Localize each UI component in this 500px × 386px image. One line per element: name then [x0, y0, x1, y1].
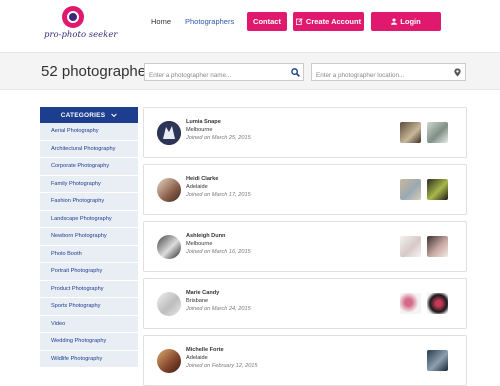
- login-label: Login: [400, 17, 421, 26]
- name-search-box: [144, 63, 304, 84]
- photographer-name-input[interactable]: [145, 67, 303, 84]
- photographer-avatar[interactable]: [157, 349, 181, 373]
- category-item[interactable]: Product Photography: [40, 280, 138, 298]
- category-item[interactable]: Fashion Photography: [40, 193, 138, 211]
- create-account-label: Create Account: [305, 17, 362, 26]
- photographer-name[interactable]: Michelle Forte: [186, 347, 224, 353]
- portfolio-thumbnail[interactable]: [427, 236, 448, 257]
- nav-home-link[interactable]: Home: [151, 17, 171, 26]
- search-band: 52 photographers: [0, 52, 500, 90]
- site-logo[interactable]: pro-photo seeker: [44, 6, 117, 46]
- photographer-city: Adelaide: [186, 184, 208, 190]
- category-item[interactable]: Aerial Photography: [40, 123, 138, 141]
- photographer-location-input[interactable]: [312, 67, 465, 84]
- search-icon[interactable]: [291, 68, 300, 77]
- camera-lens-icon: [62, 6, 84, 28]
- create-account-button[interactable]: Create Account: [293, 12, 364, 31]
- photographer-card[interactable]: Michelle Forte Adelaide Joined on Februa…: [143, 335, 467, 386]
- portfolio-thumbnail[interactable]: [427, 350, 448, 371]
- avatar-image: [157, 121, 181, 145]
- portfolio-thumbnails: [400, 293, 448, 314]
- login-button[interactable]: Login: [371, 12, 441, 31]
- edit-icon: [295, 18, 303, 25]
- portfolio-thumbnails: [427, 350, 448, 371]
- category-item[interactable]: Family Photography: [40, 175, 138, 193]
- portfolio-thumbnails: [400, 122, 448, 143]
- photographer-card[interactable]: Marie Candy Brisbane Joined on March 24,…: [143, 278, 467, 329]
- logo-text: pro-photo seeker: [44, 30, 118, 40]
- portfolio-thumbnails: [400, 179, 448, 200]
- photographer-avatar[interactable]: [157, 292, 181, 316]
- categories-sidebar: CATEGORIES Aerial Photography Architectu…: [40, 107, 138, 368]
- contact-label: Contact: [253, 17, 281, 26]
- category-item[interactable]: Wildlife Photography: [40, 350, 138, 368]
- location-search-box: [311, 63, 466, 84]
- portfolio-thumbnail[interactable]: [427, 293, 448, 314]
- map-marker-icon[interactable]: [453, 68, 462, 77]
- site-header: pro-photo seeker Home Photographers Cont…: [0, 0, 500, 50]
- portfolio-thumbnail[interactable]: [400, 236, 421, 257]
- categories-title: CATEGORIES: [60, 111, 106, 119]
- photographer-count: 52 photographers: [41, 63, 159, 80]
- photographer-name[interactable]: Lumia Snape: [186, 119, 221, 125]
- photographer-avatar[interactable]: [157, 178, 181, 202]
- category-item[interactable]: Video: [40, 315, 138, 333]
- photographer-joined-date: Joined on March 24, 2015: [186, 306, 251, 312]
- category-item[interactable]: Photo Booth: [40, 245, 138, 263]
- photographer-city: Melbourne: [186, 241, 213, 247]
- portfolio-thumbnail[interactable]: [427, 179, 448, 200]
- category-item[interactable]: Newborn Photography: [40, 228, 138, 246]
- category-item[interactable]: Wedding Photography: [40, 333, 138, 351]
- photographer-avatar[interactable]: [157, 121, 181, 145]
- contact-button[interactable]: Contact: [247, 12, 287, 31]
- photographer-card[interactable]: Ashleigh Dunn Melbourne Joined on March …: [143, 221, 467, 272]
- portfolio-thumbnail[interactable]: [400, 122, 421, 143]
- photographer-joined-date: Joined on March 17, 2015: [186, 192, 251, 198]
- category-item[interactable]: Landscape Photography: [40, 210, 138, 228]
- portfolio-thumbnails: [400, 236, 448, 257]
- photographer-name[interactable]: Marie Candy: [186, 290, 219, 296]
- photographer-city: Brisbane: [186, 298, 209, 304]
- category-item[interactable]: Architectural Photography: [40, 140, 138, 158]
- photographer-joined-date: Joined on March 16, 2015: [186, 249, 251, 255]
- portfolio-thumbnail[interactable]: [400, 293, 421, 314]
- photographer-name[interactable]: Ashleigh Dunn: [186, 233, 225, 239]
- photographer-joined-date: Joined on March 25, 2015: [186, 135, 251, 141]
- photographer-city: Melbourne: [186, 127, 213, 133]
- portfolio-thumbnail[interactable]: [427, 122, 448, 143]
- user-icon: [391, 18, 398, 25]
- photographer-card[interactable]: Lumia Snape Melbourne Joined on March 25…: [143, 107, 467, 158]
- portfolio-thumbnail[interactable]: [400, 179, 421, 200]
- categories-header[interactable]: CATEGORIES: [40, 107, 138, 123]
- category-item[interactable]: Portrait Photography: [40, 263, 138, 281]
- photographer-card[interactable]: Heidi Clarke Adelaide Joined on March 17…: [143, 164, 467, 215]
- photographer-name[interactable]: Heidi Clarke: [186, 176, 218, 182]
- category-item[interactable]: Corporate Photography: [40, 158, 138, 176]
- category-item[interactable]: Sports Photography: [40, 298, 138, 316]
- photographer-city: Adelaide: [186, 355, 208, 361]
- nav-photographers-link[interactable]: Photographers: [185, 17, 234, 26]
- photographer-avatar[interactable]: [157, 235, 181, 259]
- chevron-down-icon: [111, 113, 118, 117]
- photographer-joined-date: Joined on February 12, 2015: [186, 363, 258, 369]
